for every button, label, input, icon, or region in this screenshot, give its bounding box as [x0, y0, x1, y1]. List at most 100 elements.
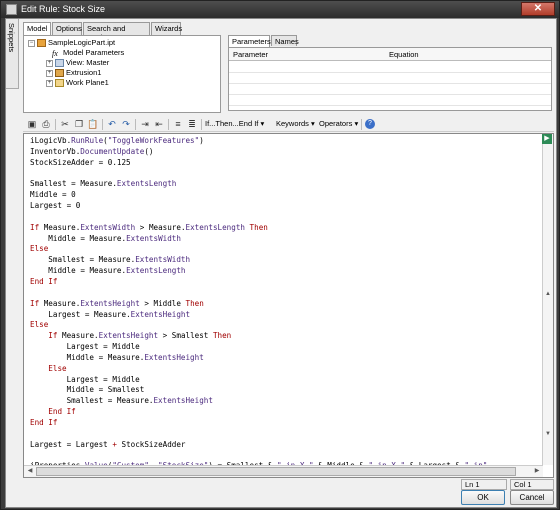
chevron-down-icon: ▾: [354, 119, 359, 128]
code-line: Else: [30, 244, 49, 254]
ok-button[interactable]: OK: [461, 490, 505, 505]
column-equation: Equation: [389, 50, 419, 59]
tab-options[interactable]: Options: [52, 22, 82, 35]
indent-icon[interactable]: ⇥: [139, 118, 151, 130]
tab-model[interactable]: Model: [23, 22, 51, 36]
snippets-tab-label: Snippets: [7, 23, 16, 53]
code-line: End If: [30, 276, 58, 286]
horizontal-scrollbar[interactable]: ◀ ▶: [24, 465, 543, 477]
code-line: If Measure.ExtentsHeight > Middle Then: [30, 298, 204, 308]
toolbar-separator: [168, 119, 169, 130]
tree-item-part[interactable]: SampleLogicPart.ipt: [37, 38, 115, 48]
code-line: Smallest = Measure.ExtentsWidth: [48, 255, 191, 265]
code-line: Else: [30, 320, 49, 330]
paste-icon[interactable]: 📋: [87, 118, 99, 130]
column-indicator: Col 1: [510, 479, 554, 490]
help-icon[interactable]: ?: [365, 119, 375, 129]
code-line: Largest = Middle: [66, 374, 140, 384]
cut-icon[interactable]: ✂: [59, 118, 71, 130]
code-line: Smallest = Measure.ExtentsLength: [30, 179, 177, 189]
scroll-down-arrow-icon[interactable]: ▼: [543, 429, 553, 439]
code-line: Middle = 0: [30, 190, 76, 200]
line-indicator: Ln 1: [461, 479, 507, 490]
view-icon: [55, 59, 64, 68]
scrollbar-thumb[interactable]: [36, 467, 516, 476]
app-icon: [6, 4, 17, 15]
editor-toolbar: ▣ ⎙ ✂ ❐ 📋 ↶ ↷ ⇥ ⇤ ≡ ≣ If...Then...End If…: [23, 117, 554, 132]
tree-item-work-plane1[interactable]: Work Plane1: [55, 78, 109, 88]
expand-toggle[interactable]: +: [46, 70, 53, 77]
redo-icon[interactable]: ↷: [120, 118, 132, 130]
code-line: StockSizeAdder = 0.125: [30, 157, 131, 167]
part-icon: [37, 39, 46, 48]
comment-icon[interactable]: ≡: [172, 118, 184, 130]
work-plane-icon: [55, 79, 64, 88]
uncomment-icon[interactable]: ≣: [186, 118, 198, 130]
column-parameter: Parameter: [233, 50, 269, 59]
code-line: If Measure.ExtentsWidth > Measure.Extent…: [30, 222, 268, 232]
grid-header: Parameter Equation: [229, 48, 551, 61]
tab-search-and-replace[interactable]: Search and Replace: [83, 22, 150, 42]
code-editor[interactable]: iLogicVb.RunRule("ToggleWorkFeatures") In…: [23, 133, 554, 478]
model-tree: − SampleLogicPart.ipt fx Model Parameters…: [23, 35, 221, 113]
operators-dropdown[interactable]: Operators ▾: [319, 119, 358, 128]
code-line: Middle = Smallest: [66, 385, 145, 395]
code-text[interactable]: iLogicVb.RunRule("ToggleWorkFeatures") In…: [30, 136, 487, 472]
code-line: Largest = Largest + StockSizeAdder: [30, 439, 186, 449]
code-line: Middle = Measure.ExtentsHeight: [66, 352, 204, 362]
title-bar[interactable]: Edit Rule: Stock Size ✕: [1, 1, 559, 18]
outdent-icon[interactable]: ⇤: [153, 118, 165, 130]
grid-row-line: [229, 83, 551, 84]
code-line: Largest = Measure.ExtentsHeight: [48, 309, 191, 319]
code-line: End If: [30, 417, 58, 427]
grid-row-line: [229, 105, 551, 106]
expand-toggle[interactable]: +: [46, 80, 53, 87]
toolbar-separator: [201, 119, 202, 130]
code-line: End If: [48, 407, 76, 417]
collapse-toggle[interactable]: −: [28, 40, 35, 47]
print-icon[interactable]: ⎙: [40, 118, 52, 130]
scroll-right-arrow-icon[interactable]: ▶: [532, 466, 542, 476]
tree-item-extrusion1[interactable]: Extrusion1: [55, 68, 101, 78]
tab-names[interactable]: Names: [271, 35, 299, 46]
scroll-left-arrow-icon[interactable]: ◀: [25, 466, 35, 476]
grid-row-line: [229, 94, 551, 95]
ifthen-dropdown[interactable]: If...Then...End If ▾: [205, 119, 264, 128]
tree-item-model-parameters[interactable]: fx Model Parameters: [52, 48, 124, 58]
extrusion-icon: [55, 69, 64, 78]
scroll-up-arrow-icon[interactable]: ▲: [543, 289, 553, 299]
keywords-dropdown[interactable]: Keywords ▾: [276, 119, 315, 128]
tab-wizards[interactable]: Wizards: [151, 22, 182, 35]
edit-rule-window: Edit Rule: Stock Size ✕ Snippets Model O…: [0, 0, 560, 510]
chevron-down-icon: ▾: [311, 119, 315, 128]
grid-row-line: [229, 72, 551, 73]
tab-parameters[interactable]: Parameters: [228, 35, 271, 47]
save-icon[interactable]: ▣: [26, 118, 38, 130]
copy-icon[interactable]: ❐: [73, 118, 85, 130]
expand-toggle[interactable]: +: [46, 60, 53, 67]
keywords-label: Keywords: [276, 119, 309, 128]
toolbar-separator: [135, 119, 136, 130]
code-line: iLogicVb.RunRule("ToggleWorkFeatures"): [30, 136, 204, 145]
close-button[interactable]: ✕: [521, 2, 555, 16]
ifthen-label: If...Then...End If: [205, 119, 259, 128]
run-icon[interactable]: ▶: [542, 134, 552, 144]
vertical-scrollbar[interactable]: ▶ ▲ ▼: [542, 134, 553, 465]
undo-icon[interactable]: ↶: [106, 118, 118, 130]
snippets-side-tab[interactable]: Snippets: [6, 19, 19, 89]
chevron-down-icon: ▾: [260, 119, 265, 128]
toolbar-separator: [102, 119, 103, 130]
dialog-body: Snippets Model Options Search and Replac…: [5, 18, 557, 508]
parameters-grid[interactable]: Parameter Equation: [228, 47, 552, 111]
code-line: Largest = Middle: [66, 342, 140, 352]
cancel-button[interactable]: Cancel: [510, 490, 554, 505]
toolbar-separator: [55, 119, 56, 130]
tree-item-view-master[interactable]: View: Master: [55, 58, 109, 68]
code-line: Middle = Measure.ExtentsLength: [48, 266, 186, 276]
code-line: Else: [48, 363, 67, 373]
